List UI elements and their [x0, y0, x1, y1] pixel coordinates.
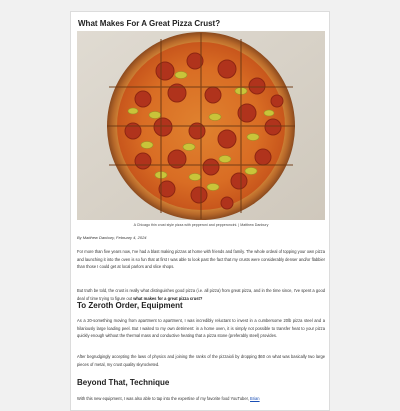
- paragraph-intro: For more than five years now, I've had a…: [77, 249, 325, 270]
- heading-equipment: To Zeroth Order, Equipment: [77, 301, 183, 310]
- article-title: What Makes For A Great Pizza Crust?: [78, 19, 221, 28]
- paragraph-technique: With this new equipment, I was also able…: [77, 395, 325, 403]
- image-caption: A Chicago thin crust style pizza with pe…: [133, 223, 269, 227]
- paragraph-steel: After begrudgingly accepting the laws of…: [77, 354, 325, 367]
- article-card: What Makes For A Great Pizza Crust? A Ch…: [70, 11, 330, 411]
- paragraph-crust: But truth be told, the crust is really w…: [77, 287, 325, 302]
- byline: By Matthew Danbury, February 4, 2024: [77, 235, 147, 240]
- brian-link[interactable]: Brian: [250, 396, 260, 401]
- pizza-photo: [77, 31, 325, 220]
- paragraph-technique-text: With this new equipment, I was also able…: [77, 396, 251, 401]
- pizza-image: [77, 31, 325, 220]
- paragraph-crust-bold: what makes for a great pizza crust?: [133, 295, 203, 301]
- paragraph-equipment: As a 20-something moving from apartment …: [77, 318, 325, 339]
- heading-technique: Beyond That, Technique: [77, 378, 170, 387]
